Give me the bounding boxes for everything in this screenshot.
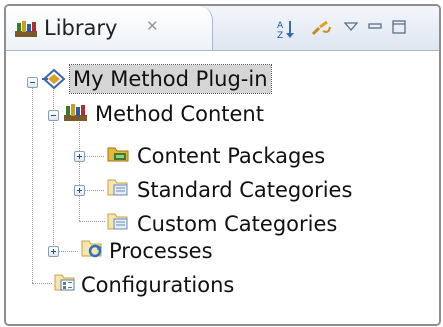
tree-label-method-plugin: My Method Plug-in	[69, 64, 272, 94]
tree-guide	[79, 116, 80, 221]
expand-toggle[interactable]	[74, 151, 85, 162]
library-tab[interactable]: Library ✕	[6, 6, 213, 50]
method-plugin-icon	[42, 68, 66, 94]
tree-label-configurations: Configurations	[81, 273, 235, 297]
tree-label-processes: Processes	[109, 239, 213, 263]
expand-toggle[interactable]	[48, 246, 59, 257]
tree-guide	[79, 221, 105, 222]
library-view: Library ✕ A Z My Method Plug-in Method C…	[4, 4, 441, 326]
collapse-toggle[interactable]	[27, 77, 38, 88]
custom-categories-icon	[106, 210, 130, 236]
tree-guide	[84, 156, 104, 157]
tree-label-standard-categories: Standard Categories	[137, 178, 353, 202]
expand-toggle[interactable]	[74, 185, 85, 196]
svg-text:Z: Z	[277, 31, 283, 40]
method-content-icon	[63, 101, 89, 127]
standard-categories-icon	[106, 176, 130, 202]
configurations-icon	[53, 271, 77, 297]
minimize-icon[interactable]	[366, 18, 384, 40]
tree-label-content-packages: Content Packages	[137, 144, 326, 168]
content-package-icon	[106, 142, 130, 168]
tree-guide	[53, 83, 54, 251]
collapse-toggle[interactable]	[48, 110, 59, 121]
sort-icon[interactable]: A Z	[276, 18, 300, 44]
library-tree: My Method Plug-in Method Content Content…	[6, 51, 439, 324]
close-icon[interactable]: ✕	[146, 17, 159, 35]
tree-label-custom-categories: Custom Categories	[137, 212, 338, 236]
tree-label-method-content: Method Content	[95, 102, 264, 126]
view-title: Library	[44, 16, 118, 40]
maximize-icon[interactable]	[390, 18, 408, 40]
view-header: Library ✕ A Z	[6, 6, 439, 51]
library-icon	[14, 19, 40, 43]
processes-icon	[80, 237, 104, 263]
tree-guide	[32, 83, 33, 283]
tree-guide	[32, 283, 52, 284]
tree-guide	[84, 190, 104, 191]
link-with-editor-icon[interactable]	[309, 18, 333, 44]
svg-text:A: A	[277, 21, 284, 31]
view-menu-icon[interactable]	[342, 18, 360, 40]
